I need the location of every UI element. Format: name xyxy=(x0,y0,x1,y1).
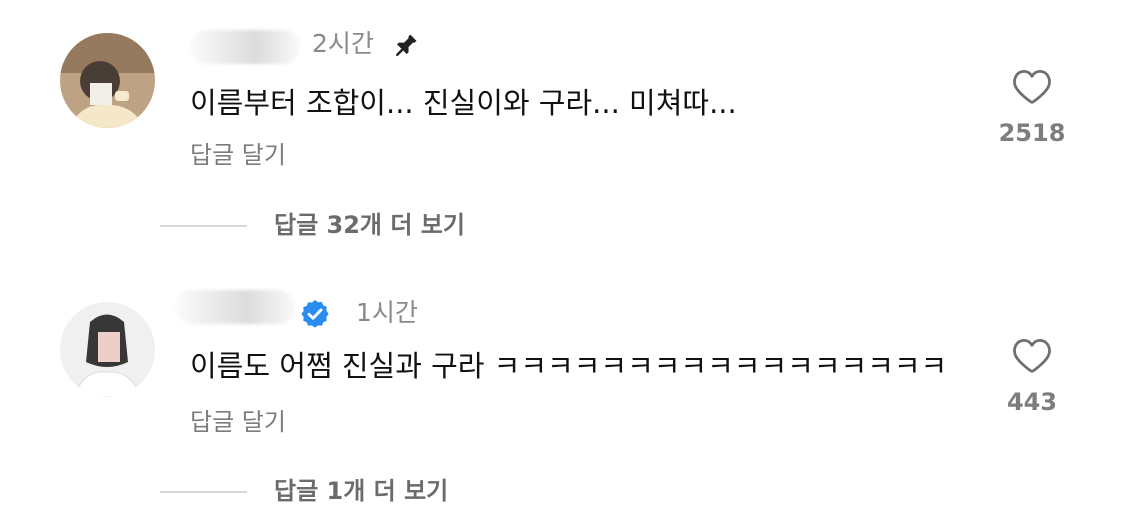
comment-time: 1시간 xyxy=(356,298,418,327)
like-count: 2518 xyxy=(998,119,1066,147)
reply-button[interactable]: 답글 달기 xyxy=(190,140,286,170)
avatar[interactable] xyxy=(60,33,155,128)
comment-time: 2시간 xyxy=(312,29,374,58)
like-button[interactable]: 443 xyxy=(987,336,1077,416)
heart-outline-icon xyxy=(1013,338,1051,373)
divider-line xyxy=(160,491,247,493)
avatar[interactable] xyxy=(60,302,155,397)
reply-button[interactable]: 답글 달기 xyxy=(190,407,286,437)
pin-icon xyxy=(396,34,417,56)
heart-outline-icon xyxy=(1013,69,1051,104)
comment-text: 이름도 어쩜 진실과 구라 ㅋㅋㅋㅋㅋㅋㅋㅋㅋㅋㅋㅋㅋㅋㅋㅋㅋ xyxy=(190,349,948,383)
divider-line xyxy=(160,225,247,227)
comment-text: 이름부터 조합이... 진실이와 구라... 미쳐따... xyxy=(190,86,737,120)
verified-badge-icon xyxy=(301,300,329,328)
comment-item: 2시간 이름부터 조합이... 진실이와 구라... 미쳐따... 답글 달기 … xyxy=(0,0,1137,265)
view-replies-button[interactable]: 답글 1개 더 보기 xyxy=(160,476,560,506)
username[interactable] xyxy=(175,290,295,324)
like-count: 443 xyxy=(1006,388,1058,416)
username[interactable] xyxy=(190,30,300,64)
view-replies-label: 답글 32개 더 보기 xyxy=(274,211,465,239)
view-replies-label: 답글 1개 더 보기 xyxy=(274,477,449,505)
like-button[interactable]: 2518 xyxy=(987,67,1077,147)
comment-item: 1시간 이름도 어쩜 진실과 구라 ㅋㅋㅋㅋㅋㅋㅋㅋㅋㅋㅋㅋㅋㅋㅋㅋㅋ 답글 달… xyxy=(0,265,1137,530)
view-replies-button[interactable]: 답글 32개 더 보기 xyxy=(160,210,560,240)
